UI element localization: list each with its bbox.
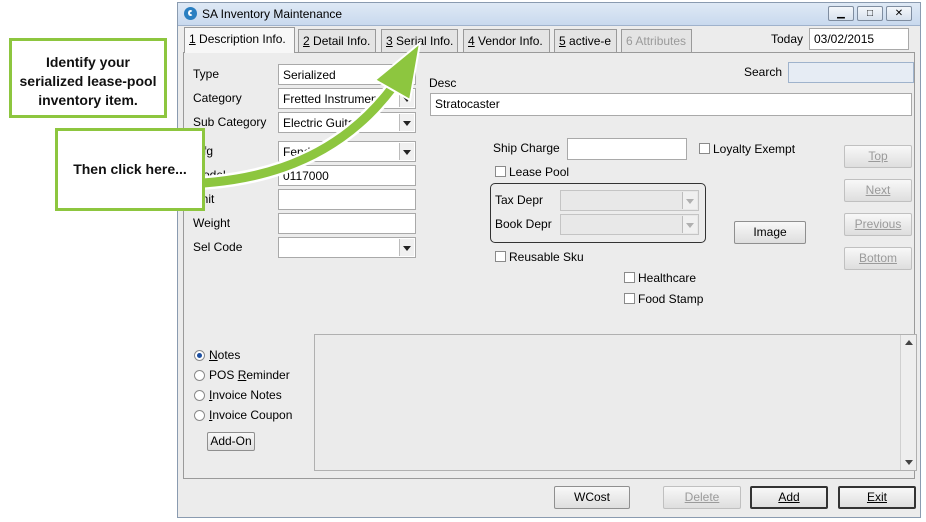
callout-click-here: Then click here... (55, 128, 205, 211)
tab-label: Description Info. (195, 32, 286, 46)
tab-hotkey: 1 (189, 32, 196, 46)
green-arrow-icon (151, 40, 422, 192)
tab-description-info[interactable]: 1 Description Info. (184, 27, 295, 53)
